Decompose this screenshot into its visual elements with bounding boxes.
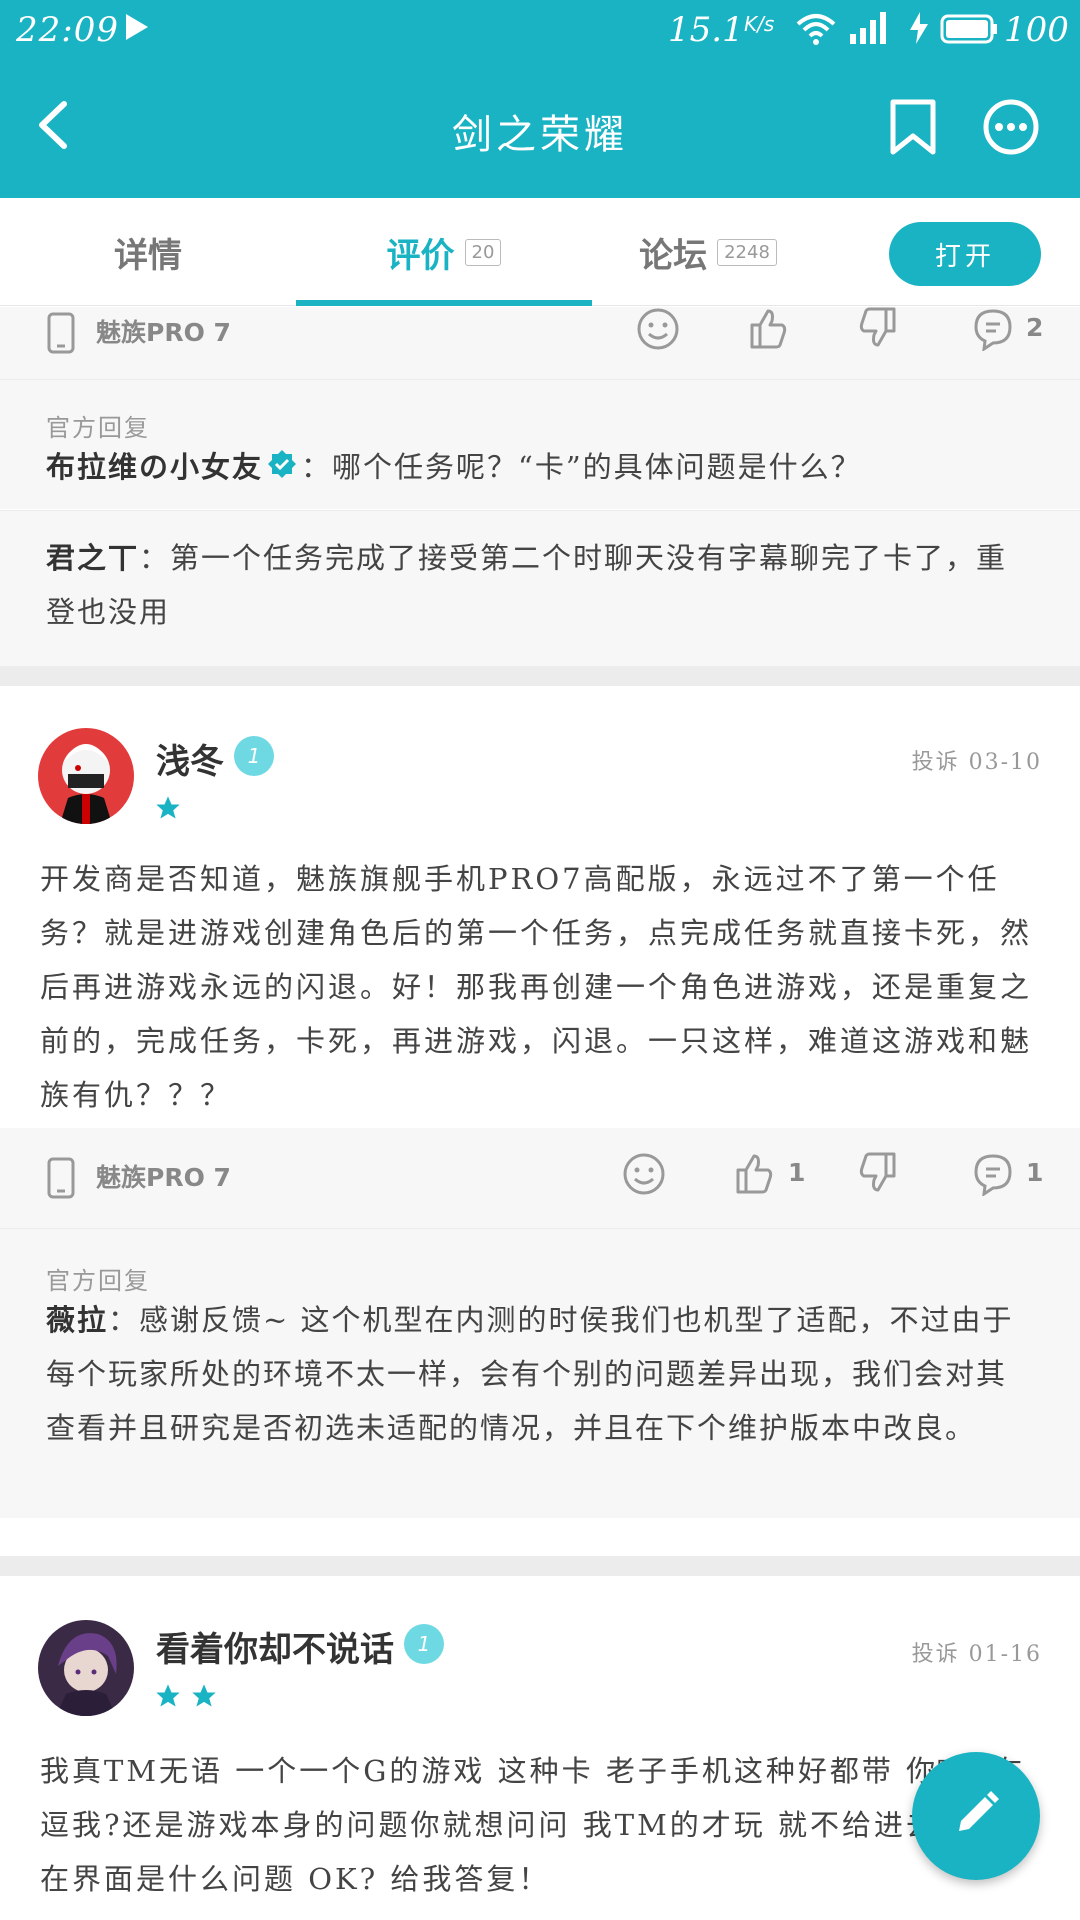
like-count: 1: [788, 1158, 806, 1187]
thumbs-down-icon[interactable]: [858, 307, 898, 353]
thumbs-down-icon[interactable]: [858, 1152, 898, 1198]
thumbs-up-icon[interactable]: [734, 1152, 774, 1198]
followup-content: ：第一个任务完成了接受第二个时聊天没有字幕聊完了卡了，重登也没用: [46, 541, 1008, 629]
comment-count: 2: [1026, 313, 1044, 342]
reply-author: 薇拉: [46, 1303, 109, 1337]
official-reply-box: 官方回复 布拉维の小女友 ：哪个任务呢？“卡”的具体问题是什么？: [0, 379, 1080, 509]
tab-indicator: [296, 300, 592, 306]
official-reply-label: 官方回复: [46, 414, 150, 442]
official-reply-text: 薇拉：感谢反馈~ 这个机型在内测的时侯我们也机型了适配，不过由于每个玩家所处的环…: [46, 1293, 1026, 1455]
review-header: 看着你却不说话 1 投诉 01-16: [0, 1576, 1080, 1736]
official-reply-text: 布拉维の小女友 ：哪个任务呢？“卡”的具体问题是什么？: [46, 440, 1026, 496]
tab-label: 论坛: [639, 235, 708, 276]
reply-author: 布拉维の小女友: [46, 450, 264, 484]
emoji-icon[interactable]: [636, 307, 680, 355]
status-time: 22:09: [16, 10, 119, 50]
phone-icon: [46, 1156, 76, 1204]
pencil-icon: [949, 1787, 1003, 1845]
thumbs-up-icon[interactable]: [748, 307, 788, 353]
reviewer-name[interactable]: 看着你却不说话: [156, 1622, 394, 1671]
verified-icon: [267, 442, 297, 496]
star-icon: [156, 796, 180, 819]
review-meta[interactable]: 投诉 01-16: [912, 1636, 1042, 1668]
followup-reply-text: 君之丅：第一个任务完成了接受第二个时聊天没有字幕聊完了卡了，重登也没用: [46, 531, 1026, 639]
phone-icon: [46, 311, 76, 359]
wifi-icon: [796, 12, 836, 50]
comment-icon[interactable]: [972, 307, 1014, 355]
emoji-icon[interactable]: [622, 1152, 666, 1200]
status-bar: 22:09 15.1 K/s 100: [0, 0, 1080, 60]
battery-percent: 100: [1004, 10, 1069, 50]
review-header: 浅冬 1 投诉 03-10: [0, 686, 1080, 846]
play-icon: [124, 12, 150, 46]
comment-count: 1: [1026, 1158, 1044, 1187]
tab-bar: 详情 评价 20 论坛 2248 打开: [0, 198, 1080, 306]
review-meta[interactable]: 投诉 03-10: [912, 744, 1042, 776]
level-badge: 1: [234, 736, 274, 776]
level-badge: 1: [404, 1624, 444, 1664]
device-name: 魅族PRO 7: [96, 1163, 231, 1192]
write-review-button[interactable]: [912, 1752, 1040, 1880]
star-icon: [156, 1684, 180, 1707]
official-reply-box: 官方回复 薇拉：感谢反馈~ 这个机型在内测的时侯我们也机型了适配，不过由于每个玩…: [0, 1228, 1080, 1518]
comment-icon[interactable]: [972, 1152, 1014, 1200]
review-body: 开发商是否知道，魅族旗舰手机PRO7高配版，永远过不了第一个任务？就是进游戏创建…: [40, 862, 1033, 1112]
official-reply-label: 官方回复: [46, 1267, 150, 1295]
charging-icon: [908, 12, 930, 48]
more-options-icon[interactable]: [982, 98, 1040, 160]
tab-label: 评价: [386, 235, 455, 276]
tab-count-badge: 20: [464, 238, 502, 266]
reply-content: ：感谢反馈~ 这个机型在内测的时侯我们也机型了适配，不过由于每个玩家所处的环境不…: [46, 1303, 1014, 1445]
device-action-row: 魅族PRO 7 2: [0, 307, 1080, 379]
star-icon: [192, 1684, 216, 1707]
reply-content: ：哪个任务呢？“卡”的具体问题是什么？: [301, 450, 862, 484]
app-bar: 剑之荣耀: [0, 60, 1080, 198]
tab-count-badge: 2248: [717, 238, 777, 266]
open-game-button[interactable]: 打开: [889, 222, 1041, 286]
avatar[interactable]: [38, 1620, 134, 1716]
rating-stars: [154, 1682, 218, 1710]
device-name: 魅族PRO 7: [96, 318, 231, 347]
review-body: 我真TM无语 一个一个G的游戏 这种卡 老子手机这种好都带 你TM在逗我?还是游…: [40, 1754, 1026, 1896]
tab-label: 详情: [114, 235, 182, 276]
device-action-row: 魅族PRO 7 1 1: [0, 1128, 1080, 1228]
section-divider: [0, 1556, 1080, 1576]
section-divider: [0, 666, 1080, 686]
bookmark-icon[interactable]: [888, 98, 938, 160]
tab-forum[interactable]: 论坛 2248: [560, 198, 856, 306]
reviewer-name[interactable]: 浅冬: [156, 734, 224, 783]
rating-stars: [154, 794, 182, 822]
battery-icon: [940, 14, 998, 48]
signal-icon: [846, 10, 894, 50]
followup-author: 君之丅: [46, 541, 140, 575]
net-speed-unit: K/s: [744, 12, 775, 36]
net-speed: 15.1: [668, 10, 744, 50]
tab-reviews[interactable]: 评价 20: [296, 198, 592, 306]
avatar[interactable]: [38, 728, 134, 824]
reply-thread-box: 君之丅：第一个任务完成了接受第二个时聊天没有字幕聊完了卡了，重登也没用: [0, 510, 1080, 666]
tab-details[interactable]: 详情: [0, 198, 296, 306]
